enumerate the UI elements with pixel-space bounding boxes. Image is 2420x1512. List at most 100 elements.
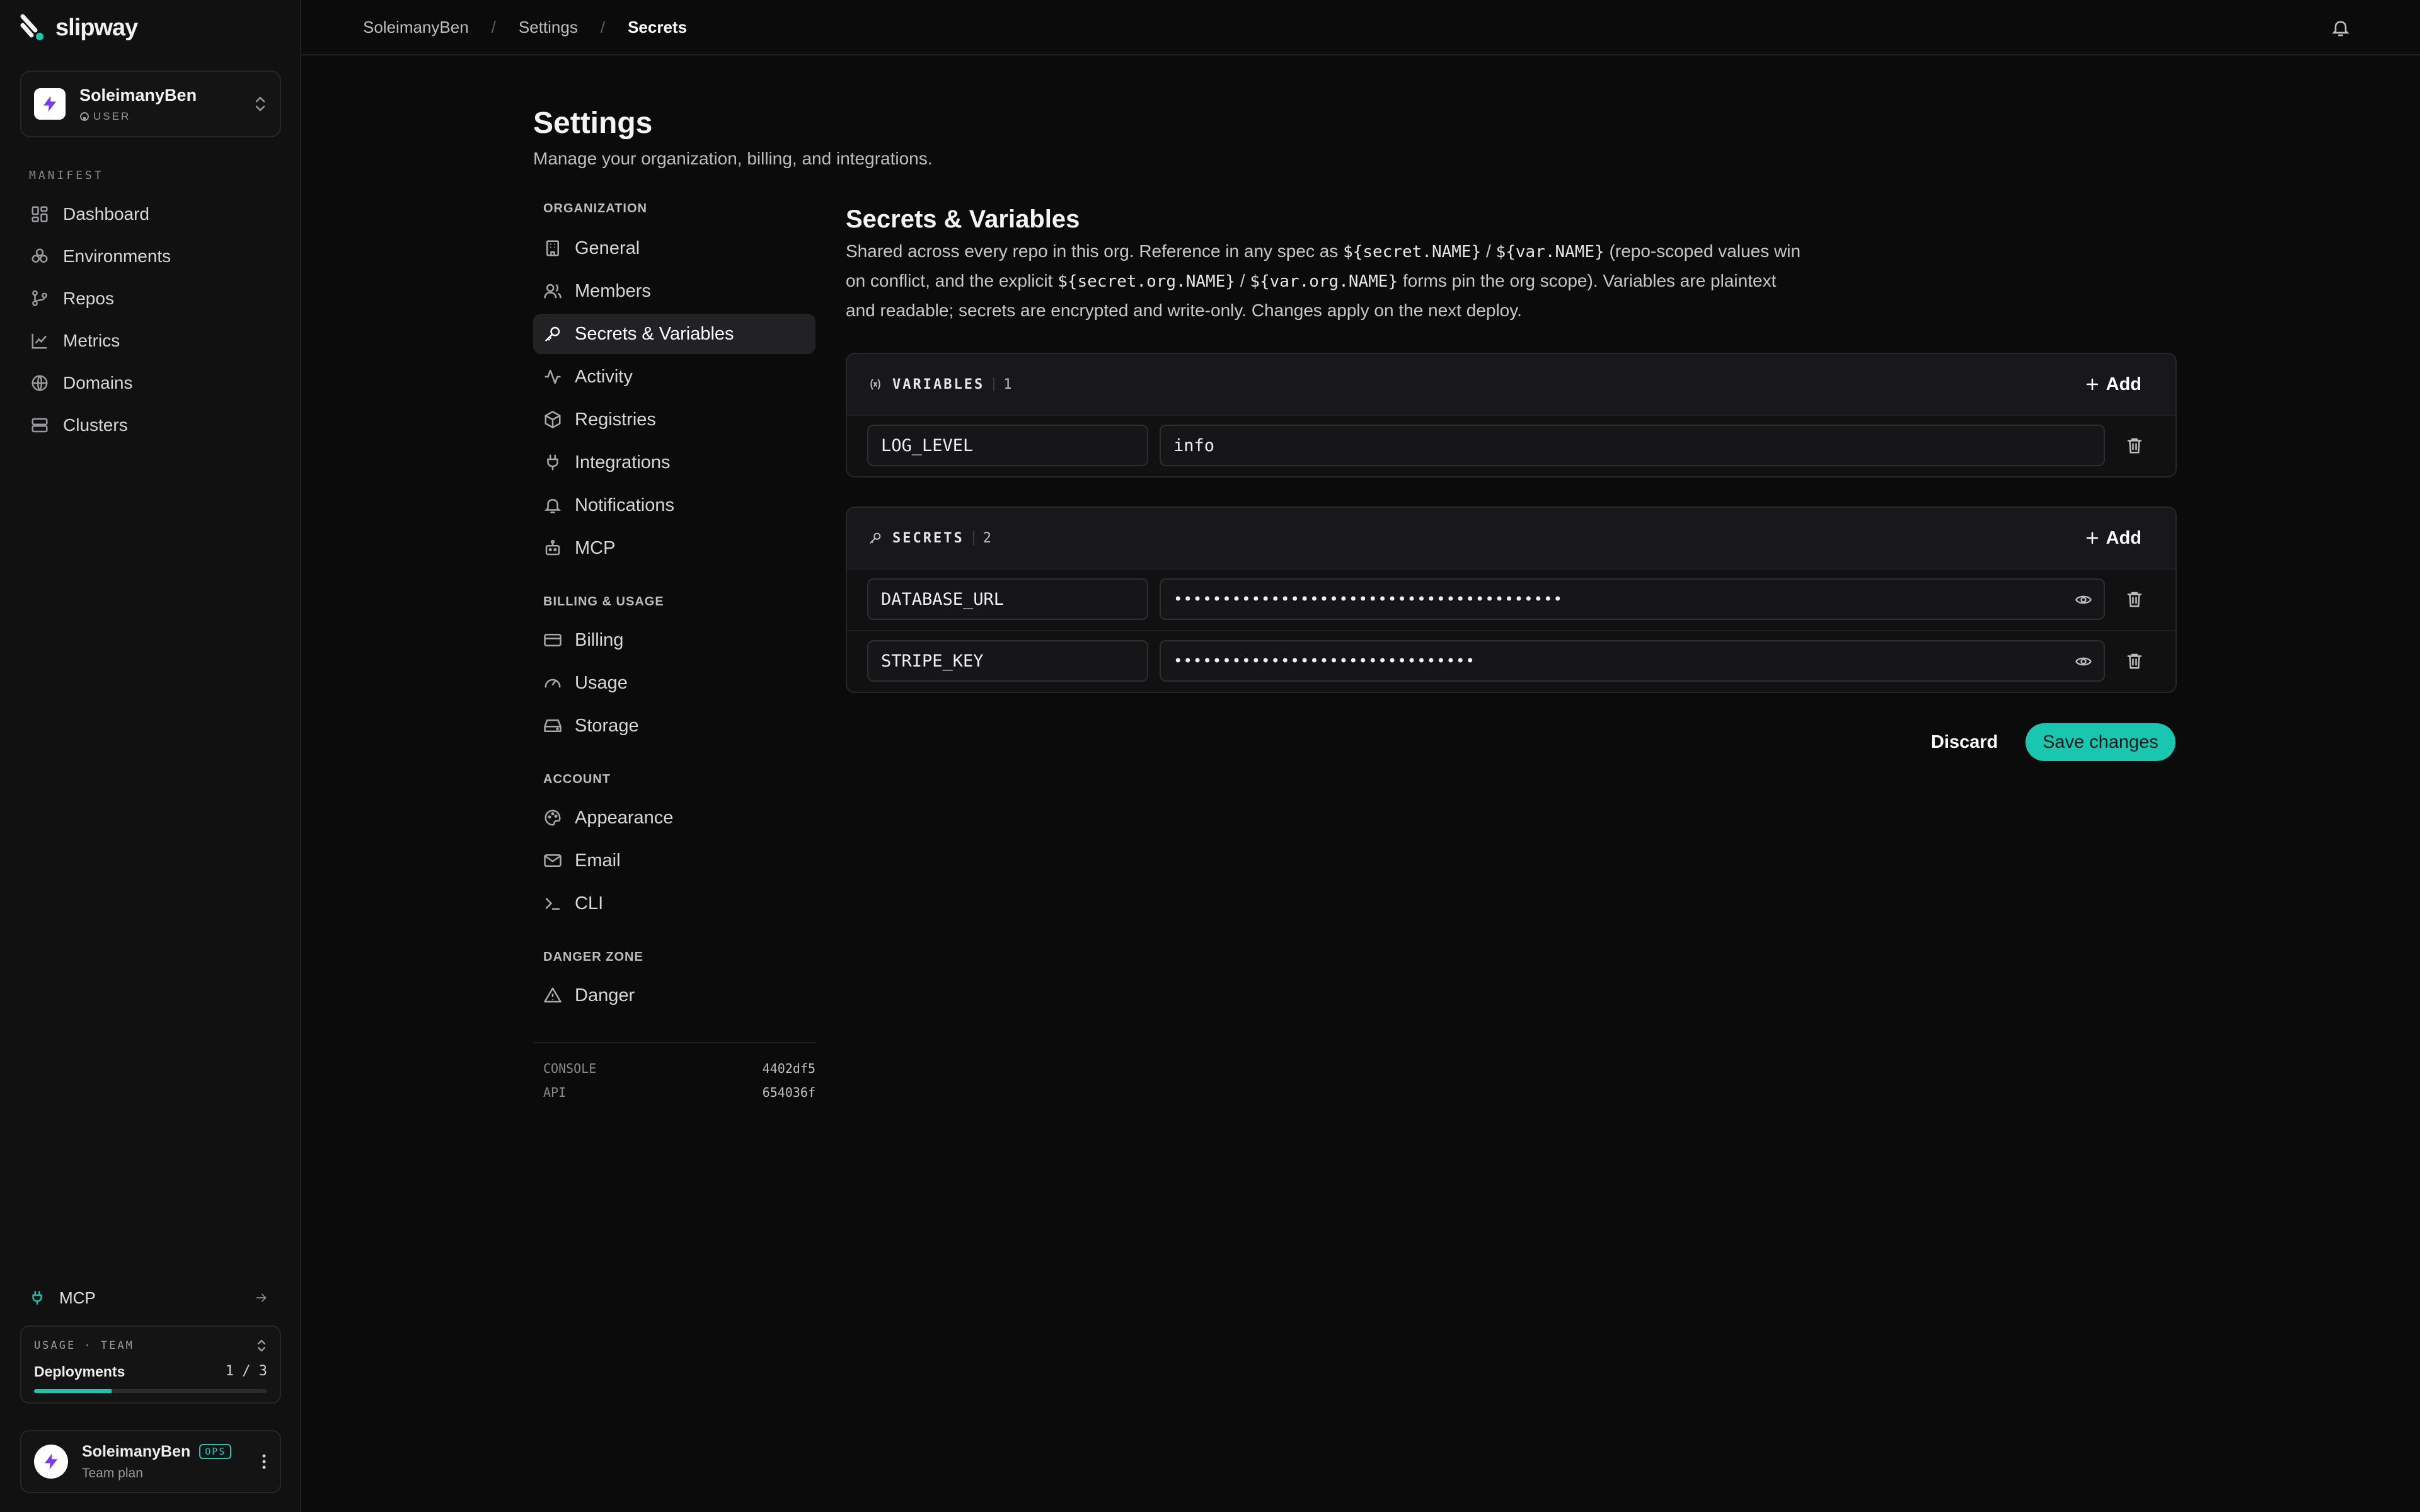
page-title: Settings [533, 106, 653, 140]
robot-icon [545, 539, 560, 556]
chart-icon [32, 333, 47, 348]
sidebar-item-repos[interactable]: Repos [20, 277, 281, 319]
key-icon [870, 532, 881, 544]
settings-nav-secrets-variables[interactable]: Secrets & Variables [533, 314, 815, 354]
activity-icon [544, 369, 561, 384]
trash-icon[interactable] [2125, 651, 2144, 670]
sidebar: slipway SoleimanyBen USER MANIFEST Dashb… [0, 0, 301, 1512]
settings-nav-cli[interactable]: CLI [533, 883, 815, 924]
divider [533, 1042, 815, 1043]
usage-title: USAGE · TEAM [34, 1339, 134, 1352]
settings-nav-label: Danger [575, 985, 635, 1005]
section-description: Shared across every repo in this org. Re… [846, 241, 1801, 320]
user-name: SoleimanyBen [82, 1442, 191, 1460]
settings-nav-danger[interactable]: Danger [533, 975, 815, 1016]
sidebar-item-clusters[interactable]: Clusters [20, 404, 281, 446]
server-icon [32, 418, 48, 432]
settings-nav-label: Notifications [575, 495, 674, 515]
sidebar-item-environments[interactable]: Environments [20, 235, 281, 277]
add-secret-button[interactable]: Add [2085, 528, 2141, 549]
settings-nav-appearance[interactable]: Appearance [533, 798, 815, 838]
sidebar-item-label: Metrics [63, 330, 120, 350]
arrow-right-icon [256, 1293, 267, 1302]
settings-nav-registries[interactable]: Registries [533, 399, 815, 440]
settings-nav-label: Secrets & Variables [575, 323, 734, 344]
masked-value: •••••••••••••••••••••••••••••••••••••••• [1173, 590, 1563, 608]
variables-header: VARIABLES 1 Add [847, 354, 2175, 415]
variable-row: LOG_LEVEL info [847, 415, 2175, 476]
org-name: SoleimanyBen [79, 85, 197, 105]
version-console: CONSOLE 4402df5 [543, 1061, 815, 1076]
sidebar-mcp-link[interactable]: MCP [29, 1285, 268, 1310]
bell-icon[interactable] [2331, 18, 2351, 38]
variable-key-input[interactable]: LOG_LEVEL [867, 425, 1148, 466]
grid-icon [32, 206, 48, 222]
secret-row: STRIPE_KEY •••••••••••••••••••••••••••••… [847, 630, 2175, 692]
settings-nav-mcp[interactable]: MCP [533, 528, 815, 568]
breadcrumb-separator: / [600, 17, 606, 37]
settings-nav-label: General [575, 238, 640, 258]
settings-nav-label: Usage [575, 672, 628, 693]
org-avatar [34, 88, 66, 120]
secret-value-input[interactable]: •••••••••••••••••••••••••••••••••••••••• [1160, 578, 2105, 620]
more-vertical-icon[interactable] [261, 1452, 267, 1471]
bolt-icon [43, 96, 56, 112]
plus-icon [2086, 532, 2098, 544]
secret-value-input[interactable]: ••••••••••••••••••••••••••••••• [1160, 640, 2105, 682]
settings-nav-label: Activity [575, 366, 633, 387]
gauge-icon [544, 679, 561, 688]
org-switcher[interactable]: SoleimanyBen USER [20, 71, 281, 137]
trash-icon[interactable] [2125, 436, 2144, 455]
plug-icon [32, 1291, 42, 1305]
version-value: 654036f [762, 1085, 815, 1100]
github-icon [80, 112, 89, 121]
variables-title: VARIABLES [892, 376, 985, 392]
sidebar-item-label: Dashboard [63, 203, 149, 224]
save-changes-button[interactable]: Save changes [2025, 723, 2175, 761]
sidebar-item-dashboard[interactable]: Dashboard [20, 193, 281, 235]
settings-nav-integrations[interactable]: Integrations [533, 442, 815, 483]
breadcrumb-separator: / [491, 17, 496, 37]
version-api: API 654036f [543, 1085, 815, 1100]
breadcrumb-settings[interactable]: Settings [519, 18, 578, 37]
warning-icon [544, 987, 562, 1003]
eye-icon[interactable] [2075, 591, 2092, 609]
sidebar-item-metrics[interactable]: Metrics [20, 319, 281, 362]
variable-value-input[interactable]: info [1160, 425, 2105, 466]
settings-nav-general[interactable]: General [533, 228, 815, 268]
secret-key-input[interactable]: DATABASE_URL [867, 578, 1148, 620]
user-card[interactable]: SoleimanyBen OPS Team plan [20, 1430, 281, 1493]
sidebar-item-domains[interactable]: Domains [20, 362, 281, 404]
section-title: Secrets & Variables [846, 205, 1080, 233]
usage-progress-bar [34, 1389, 267, 1393]
eye-icon[interactable] [2075, 653, 2092, 670]
key-icon [544, 326, 560, 342]
app-name: slipway [55, 14, 138, 41]
usage-progress-fill [34, 1389, 112, 1393]
settings-nav-usage[interactable]: Usage [533, 663, 815, 703]
settings-nav-email[interactable]: Email [533, 840, 815, 881]
usage-card[interactable]: USAGE · TEAM Deployments 1 / 3 [20, 1326, 281, 1404]
settings-nav-storage[interactable]: Storage [533, 706, 815, 746]
settings-nav-activity[interactable]: Activity [533, 357, 815, 397]
git-branch-icon [32, 290, 47, 306]
building-icon [546, 240, 559, 256]
settings-nav-label: CLI [575, 893, 604, 914]
secrets-header: SECRETS 2 Add [847, 508, 2175, 568]
plug-icon [547, 454, 558, 471]
app-logo[interactable]: slipway [20, 14, 138, 42]
settings-nav-label: Billing [575, 629, 624, 650]
palette-icon [544, 810, 561, 826]
settings-nav-members[interactable]: Members [533, 271, 815, 311]
globe-icon [32, 375, 48, 391]
secret-key-input[interactable]: STRIPE_KEY [867, 640, 1148, 682]
settings-nav-label: Integrations [575, 452, 671, 472]
package-icon [544, 411, 561, 428]
discard-button[interactable]: Discard [1911, 723, 2018, 761]
settings-nav-billing[interactable]: Billing [533, 620, 815, 660]
breadcrumb-org[interactable]: SoleimanyBen [363, 18, 469, 37]
trash-icon[interactable] [2125, 590, 2144, 609]
settings-nav-notifications[interactable]: Notifications [533, 485, 815, 525]
version-label: API [543, 1085, 567, 1100]
add-variable-button[interactable]: Add [2085, 374, 2141, 395]
